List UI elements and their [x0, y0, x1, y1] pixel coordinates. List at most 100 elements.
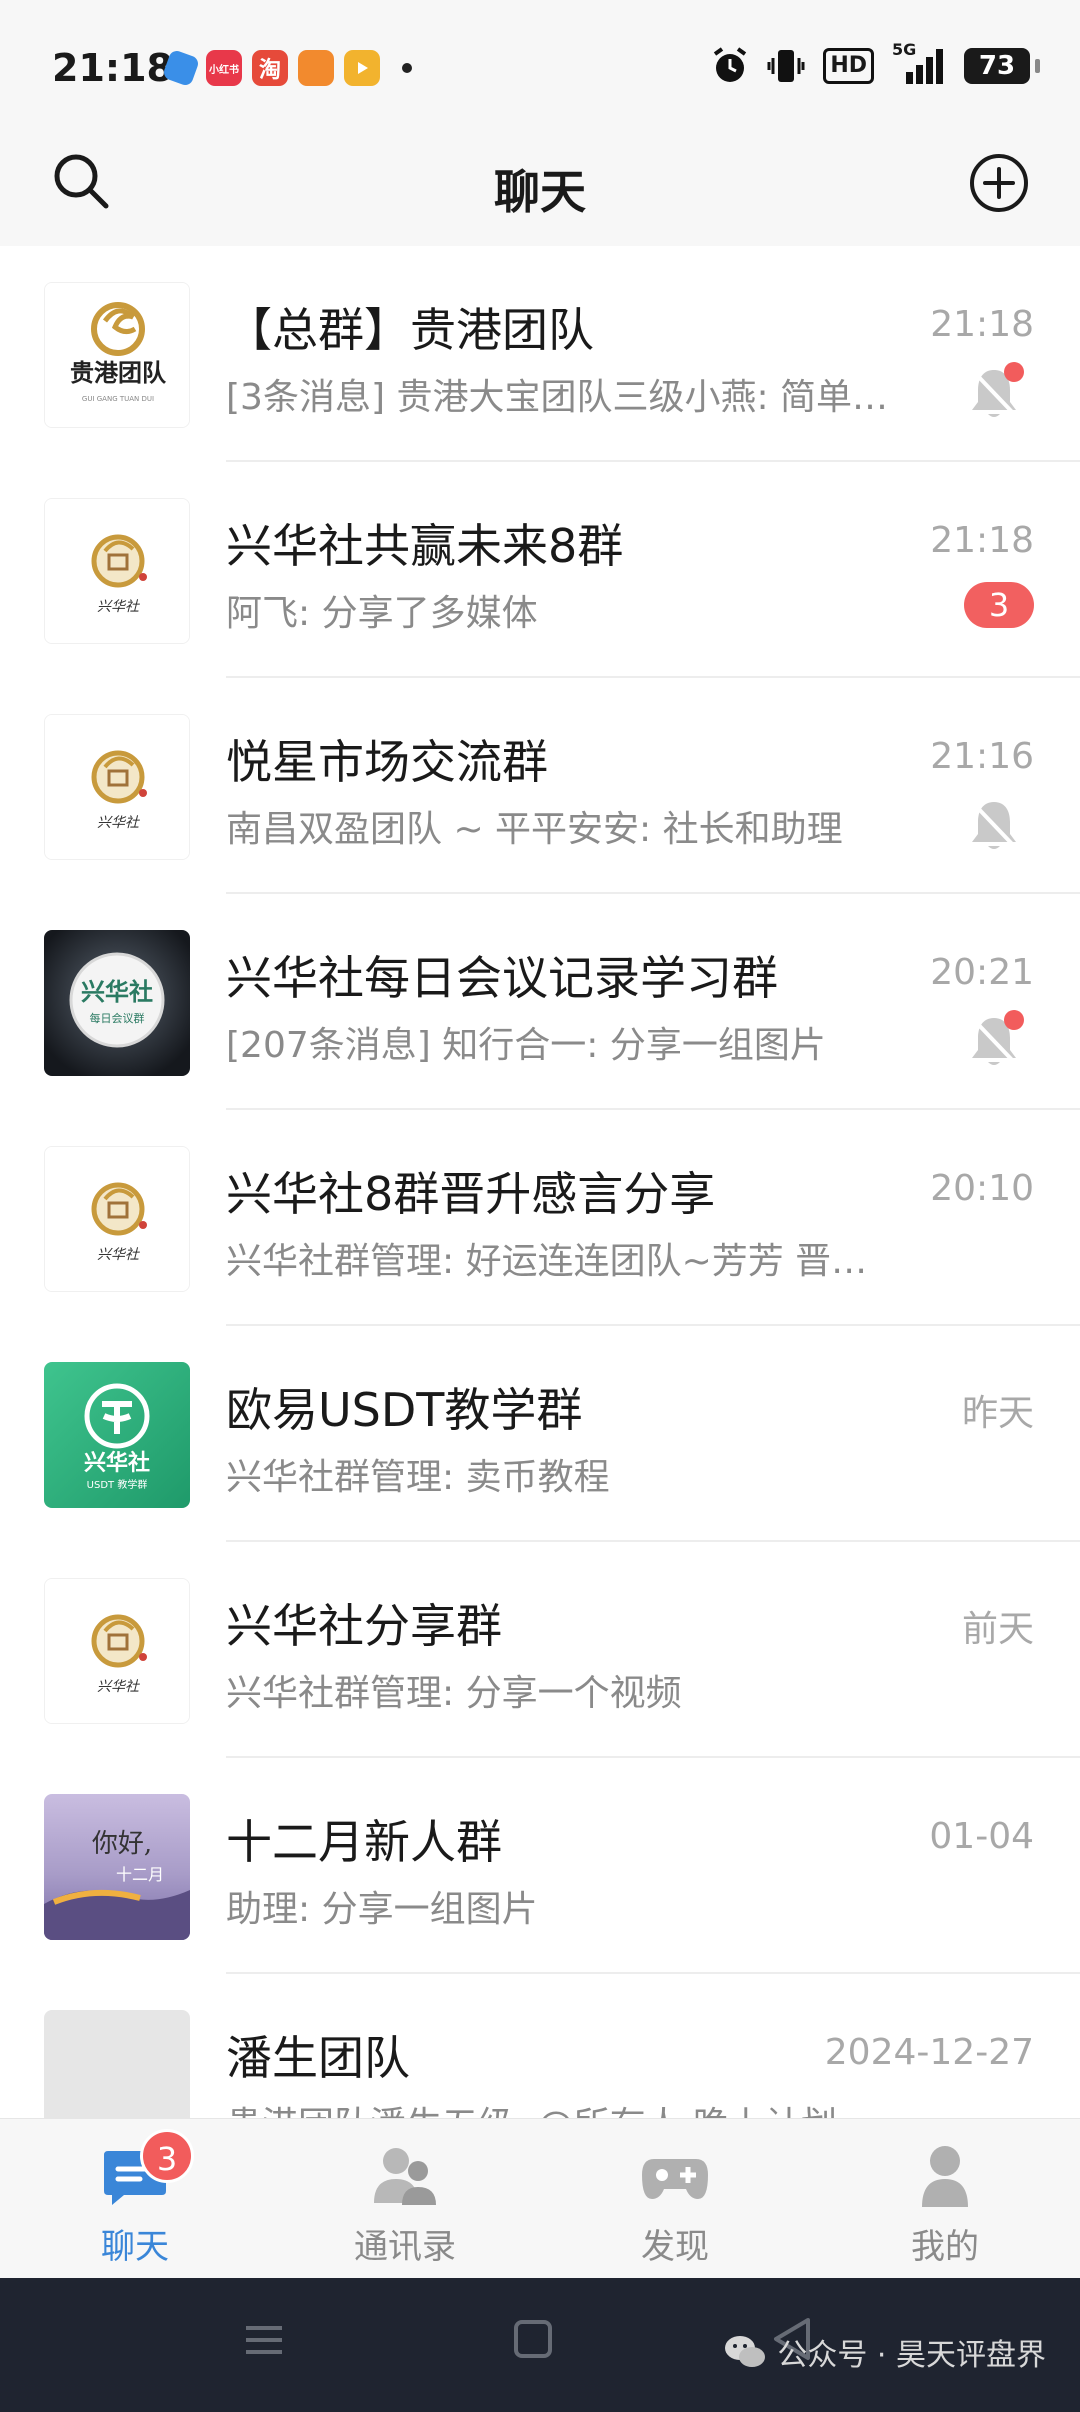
- chat-last-message: 助理: 分享一组图片: [226, 1889, 538, 1930]
- avatar-subtitle: GUI GANG TUAN DUI: [82, 395, 154, 403]
- new-message-dot: [1004, 362, 1024, 382]
- group-avatar: 兴华社: [44, 1146, 190, 1292]
- chat-row[interactable]: 潘生团队 贵港团队潘生五级: @所有人 晚上计划 2024-12-27: [0, 1974, 1080, 2118]
- chat-row[interactable]: 兴华社 兴华社分享群 兴华社群管理: 分享一个视频 前天: [0, 1542, 1080, 1758]
- system-nav-bar: 公众号 · 昊天评盘界: [0, 2278, 1080, 2412]
- tab-label: 我的: [911, 2227, 979, 2267]
- battery-indicator: 73: [964, 48, 1040, 84]
- alarm-icon: [714, 47, 747, 82]
- chat-time: 前天: [961, 1609, 1034, 1650]
- chat-name: 欧易USDT教学群: [226, 1383, 583, 1437]
- group-avatar: 兴华社: [44, 714, 190, 860]
- chat-name: 兴华社8群晋升感言分享: [226, 1167, 716, 1221]
- tab-unread-badge: 3: [140, 2129, 194, 2183]
- chat-name: 【总群】贵港团队: [226, 303, 594, 357]
- status-bar: 21:18 小红书 淘 HD 5G 73: [0, 0, 1080, 130]
- chat-row[interactable]: 兴华社 兴华社共赢未来8群 阿飞: 分享了多媒体 21:18 3: [0, 462, 1080, 678]
- group-avatar: 兴华社: [44, 498, 190, 644]
- chat-time: 01-04: [929, 1816, 1034, 1857]
- add-icon[interactable]: [968, 152, 1030, 214]
- more-notifications-dot: [402, 63, 412, 73]
- tab-contacts[interactable]: 通讯录: [270, 2119, 540, 2278]
- unread-count-badge: 3: [964, 582, 1034, 628]
- group-avatar: 贵港团队 GUI GANG TUAN DUI: [44, 282, 190, 428]
- tab-label: 聊天: [101, 2227, 169, 2267]
- mute-bell-icon: [972, 802, 1016, 849]
- tab-chat[interactable]: 3 聊天: [0, 2119, 270, 2278]
- tab-label: 发现: [641, 2227, 709, 2267]
- watermark: 公众号 · 昊天评盘界: [723, 2330, 1046, 2374]
- chat-list[interactable]: 贵港团队 GUI GANG TUAN DUI 【总群】贵港团队 [3条消息] 贵…: [0, 246, 1080, 2118]
- status-icons: HD 5G 73: [711, 40, 1040, 86]
- chat-last-message: 贵港团队潘生五级: @所有人 晚上计划: [226, 2096, 837, 2118]
- new-message-dot: [1004, 1010, 1024, 1030]
- watermark-text: 公众号 · 昊天评盘界: [777, 2338, 1046, 2373]
- bottom-tab-bar: 3 聊天 通讯录 发现 我的: [0, 2118, 1080, 2278]
- chat-last-message: [3条消息] 贵港大宝团队三级小燕: 简单…: [226, 377, 889, 418]
- chat-time: 20:21: [930, 952, 1034, 993]
- avatar-title: 兴华社: [84, 1450, 150, 1476]
- group-avatar: [44, 2010, 190, 2118]
- tab-label: 通讯录: [354, 2227, 456, 2267]
- xiaohongshu-icon: 小红书: [206, 50, 242, 86]
- taobao-icon: 淘: [252, 50, 288, 86]
- tab-discover[interactable]: 发现: [540, 2119, 810, 2278]
- avatar-title: 兴华社: [81, 978, 153, 1006]
- chat-row[interactable]: 兴华社 悦星市场交流群 南昌双盈团队 ~ 平平安安: 社长和助理 21:16: [0, 678, 1080, 894]
- contacts-icon: [374, 2148, 436, 2205]
- home-button[interactable]: [514, 2320, 552, 2358]
- chat-time: 21:18: [930, 304, 1034, 345]
- app-blue-icon: [161, 48, 201, 88]
- hd-badge: HD: [823, 48, 874, 84]
- profile-icon: [922, 2146, 968, 2207]
- chat-row[interactable]: 兴华社 兴华社8群晋升感言分享 兴华社群管理: 好运连连团队~芳芳 晋… 20:…: [0, 1110, 1080, 1326]
- chat-row[interactable]: 贵港团队 GUI GANG TUAN DUI 【总群】贵港团队 [3条消息] 贵…: [0, 246, 1080, 462]
- chat-name: 兴华社每日会议记录学习群: [226, 951, 778, 1005]
- avatar-title: 贵港团队: [70, 359, 167, 387]
- avatar-greeting: 你好,: [92, 1829, 152, 1859]
- chat-row[interactable]: 兴华社 USDT 教学群 欧易USDT教学群 兴华社群管理: 卖币教程 昨天: [0, 1326, 1080, 1542]
- chat-time: 2024-12-27: [824, 2032, 1034, 2073]
- avatar-subtitle: 每日会议群: [90, 1011, 145, 1025]
- avatar-seal-text: 兴华社: [97, 1247, 140, 1263]
- group-avatar: 兴华社 每日会议群: [44, 930, 190, 1076]
- group-avatar: 兴华社 USDT 教学群: [44, 1362, 190, 1508]
- tab-profile[interactable]: 我的: [810, 2119, 1080, 2278]
- chat-last-message: 兴华社群管理: 卖币教程: [226, 1457, 610, 1498]
- vibrate-icon: [767, 50, 805, 82]
- chat-last-message: 兴华社群管理: 好运连连团队~芳芳 晋…: [226, 1241, 868, 1282]
- wechat-icon: [725, 2336, 766, 2367]
- chat-name: 潘生团队: [226, 2031, 410, 2085]
- taobao-label: 淘: [258, 58, 281, 83]
- battery-level: 73: [978, 51, 1016, 81]
- avatar-subtitle: USDT 教学群: [87, 1478, 148, 1491]
- video-app-icon: [344, 50, 380, 86]
- menu-icon[interactable]: [244, 2322, 284, 2358]
- chat-name: 兴华社分享群: [226, 1599, 502, 1653]
- chat-time: 21:18: [930, 520, 1034, 561]
- gamepad-icon: [642, 2159, 708, 2199]
- chat-last-message: [207条消息] 知行合一: 分享一组图片: [226, 1025, 826, 1066]
- chat-last-message: 阿飞: 分享了多媒体: [226, 593, 538, 634]
- chat-time: 昨天: [961, 1393, 1034, 1434]
- group-avatar: 你好, 十二月: [44, 1794, 190, 1940]
- chat-name: 兴华社共赢未来8群: [226, 519, 624, 573]
- chat-row[interactable]: 你好, 十二月 十二月新人群 助理: 分享一组图片 01-04: [0, 1758, 1080, 1974]
- status-time: 21:18: [52, 46, 173, 90]
- avatar-month: 十二月: [116, 1865, 164, 1884]
- signal-icon: 5G: [892, 40, 946, 86]
- page-title: 聊天: [494, 165, 586, 219]
- notification-app-icons: 小红书 淘: [161, 48, 412, 88]
- avatar-seal-text: 兴华社: [97, 1679, 140, 1695]
- chat-last-message: 兴华社群管理: 分享一个视频: [226, 1673, 682, 1714]
- avatar-seal-text: 兴华社: [97, 815, 140, 831]
- avatar-seal-text: 兴华社: [97, 599, 140, 615]
- chat-last-message: 南昌双盈团队 ~ 平平安安: 社长和助理: [226, 809, 843, 850]
- xiaohongshu-label: 小红书: [209, 64, 239, 76]
- chat-time: 20:10: [930, 1168, 1034, 1209]
- chat-row[interactable]: 兴华社 每日会议群 兴华社每日会议记录学习群 [207条消息] 知行合一: 分享…: [0, 894, 1080, 1110]
- chat-name: 悦星市场交流群: [226, 735, 548, 789]
- app-orange-icon: [298, 50, 334, 86]
- chat-time: 21:16: [930, 736, 1034, 777]
- chat-name: 十二月新人群: [226, 1815, 502, 1869]
